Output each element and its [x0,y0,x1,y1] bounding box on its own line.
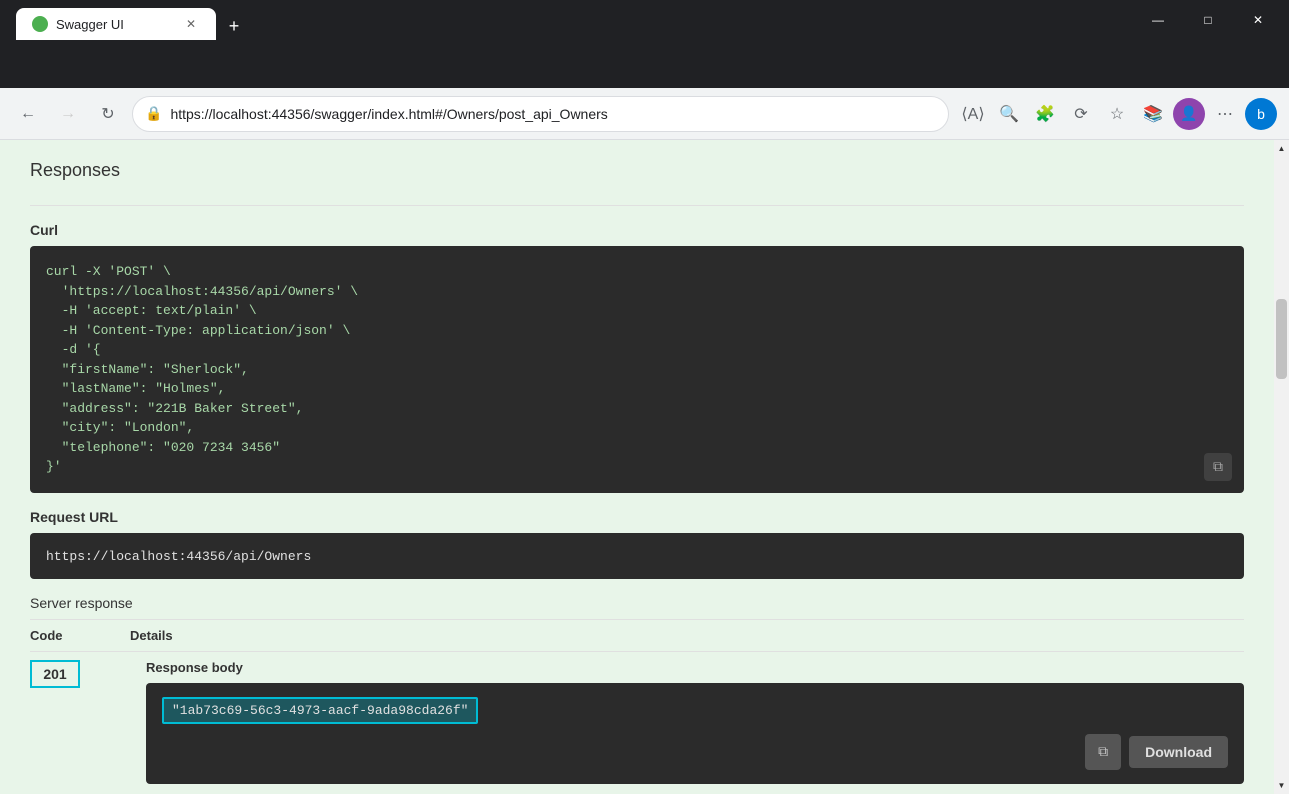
url-text: https://localhost:44356/swagger/index.ht… [170,106,936,122]
collections-button[interactable]: 📚 [1137,98,1169,130]
favorites-button[interactable]: ☆ [1101,98,1133,130]
address-bar[interactable]: 🔒 https://localhost:44356/swagger/index.… [132,96,949,132]
copy-curl-button[interactable]: ⧉ [1204,453,1232,481]
settings-button[interactable]: ⋯ [1209,98,1241,130]
extensions-button[interactable]: 🧩 [1029,98,1061,130]
close-button[interactable]: ✕ [1235,4,1281,36]
response-actions: ⧉ Download [162,724,1228,770]
minimize-button[interactable]: — [1135,4,1181,36]
forward-button[interactable]: → [52,98,84,130]
section-divider [30,205,1244,206]
copy-response-button[interactable]: ⧉ [1085,734,1121,770]
tab-close-button[interactable]: ✕ [182,15,200,33]
response-body-value: "1ab73c69-56c3-4973-aacf-9ada98cda26f" [162,697,478,724]
back-button[interactable]: ← [12,98,44,130]
server-response-label: Server response [30,595,1244,611]
details-column-header: Details [130,628,1244,643]
curl-code-block: curl -X 'POST' \ 'https://localhost:4435… [30,246,1244,493]
swagger-content: Responses Curl curl -X 'POST' \ 'https:/… [0,140,1274,794]
response-header-row: Code Details [30,620,1244,652]
scroll-up-arrow[interactable]: ▲ [1274,140,1289,157]
download-button[interactable]: Download [1129,736,1228,768]
request-url-block: https://localhost:44356/api/Owners [30,533,1244,579]
zoom-button[interactable]: 🔍 [993,98,1025,130]
curl-code: curl -X 'POST' \ 'https://localhost:4435… [46,262,1228,477]
page-content: Responses Curl curl -X 'POST' \ 'https:/… [0,140,1289,794]
response-body-label: Response body [146,660,1244,675]
curl-label: Curl [30,222,1244,238]
response-code-cell: 201 [30,660,130,688]
lock-icon: 🔒 [145,105,162,122]
request-url-value: https://localhost:44356/api/Owners [46,549,311,564]
tab-title: Swagger UI [56,17,174,32]
title-bar: Swagger UI ✕ + — □ ✕ [0,0,1289,40]
responses-heading: Responses [30,160,1244,189]
tab-favicon [32,16,48,32]
response-row: 201 Response body "1ab73c69-56c3-4973-aa… [30,652,1244,792]
response-body-content: "1ab73c69-56c3-4973-aacf-9ada98cda26f" ⧉… [146,683,1244,784]
read-aloud-button[interactable]: ⟨A⟩ [957,98,989,130]
response-code-badge: 201 [30,660,80,688]
new-tab-button[interactable]: + [220,12,248,40]
scrollbar[interactable]: ▲ ▼ [1274,140,1289,794]
scroll-thumb[interactable] [1276,299,1287,379]
response-table: Code Details 201 Response body "1ab73c69… [30,619,1244,792]
scroll-down-arrow[interactable]: ▼ [1274,777,1289,794]
request-url-label: Request URL [30,509,1244,525]
profile-button[interactable]: 👤 [1173,98,1205,130]
code-column-header: Code [30,628,130,643]
scroll-track[interactable] [1274,157,1289,777]
response-details: Response body "1ab73c69-56c3-4973-aacf-9… [130,660,1244,784]
browser-sync-button[interactable]: ⟳ [1065,98,1097,130]
active-tab[interactable]: Swagger UI ✕ [16,8,216,40]
bing-button[interactable]: b [1245,98,1277,130]
navigation-bar: ← → ↻ 🔒 https://localhost:44356/swagger/… [0,88,1289,140]
maximize-button[interactable]: □ [1185,4,1231,36]
reload-button[interactable]: ↻ [92,98,124,130]
